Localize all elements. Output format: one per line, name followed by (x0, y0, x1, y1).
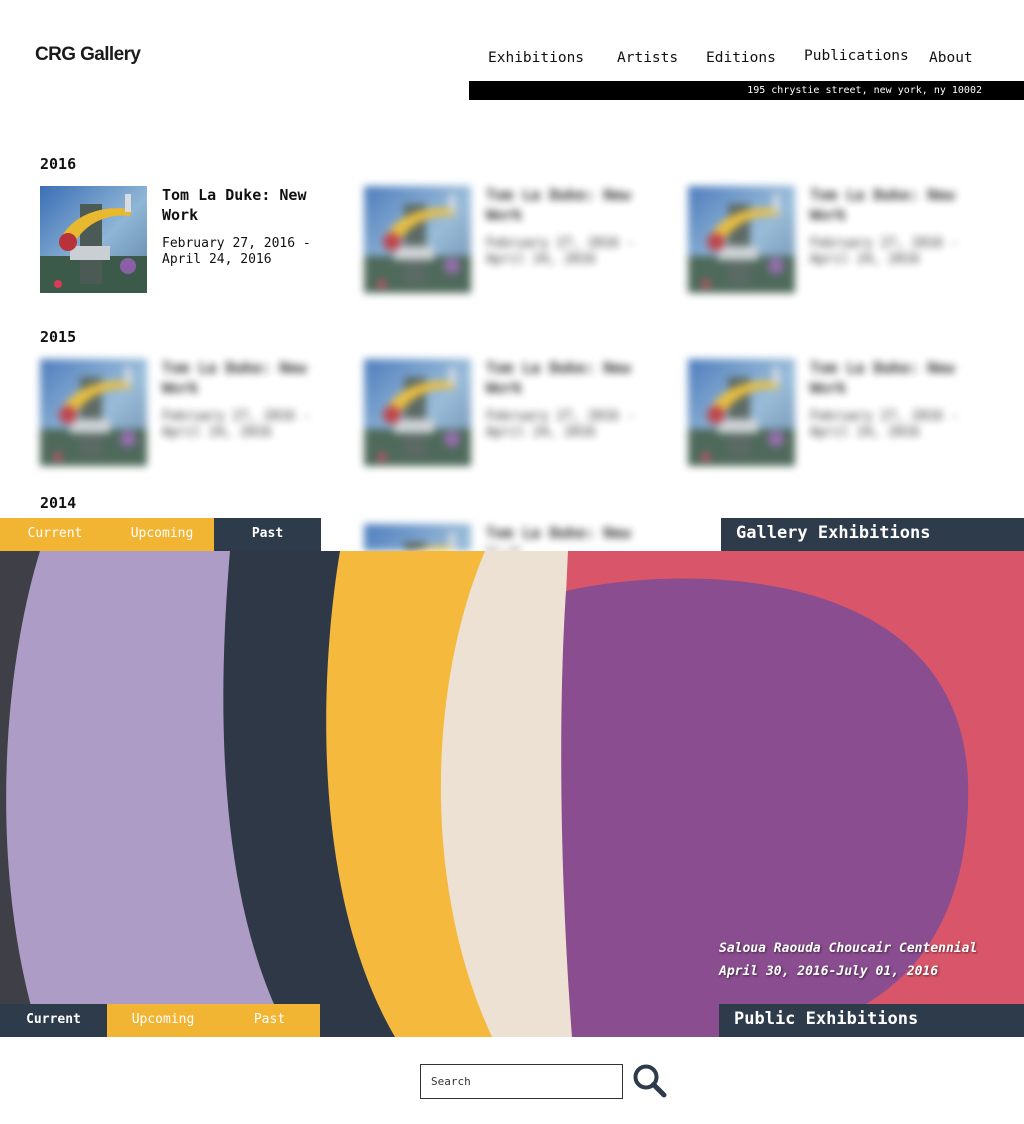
logo[interactable]: CRG Gallery (35, 44, 141, 66)
public-tab-past[interactable]: Past (219, 1004, 320, 1037)
hero-caption-dates: April 30, 2016-July 01, 2016 (719, 964, 939, 979)
public-tabs: Current Upcoming Past (0, 1004, 320, 1037)
nav-artists[interactable]: Artists (617, 50, 678, 66)
hero-caption-title[interactable]: Saloua Raouda Choucair Centennial (719, 941, 977, 956)
gallery-tab-upcoming[interactable]: Upcoming (110, 518, 214, 551)
exhibition-card-featured[interactable]: Tom La Duke: New Work February 27, 2016 … (40, 186, 330, 296)
gallery-tab-past[interactable]: Past (214, 518, 321, 551)
exhibition-card-blurred: Tom La Duke: New Work February 27, 2016 … (40, 359, 330, 469)
nav-publications[interactable]: Publications (804, 48, 909, 64)
public-exhibitions-label: Public Exhibitions (719, 1004, 1024, 1037)
search-icon[interactable] (632, 1063, 668, 1099)
search-input[interactable] (420, 1064, 623, 1099)
nav-about[interactable]: About (929, 50, 973, 66)
exhibition-card-blurred: Tom La Duke: New Work February 27, 2016 … (364, 359, 654, 469)
public-tab-current[interactable]: Current (0, 1004, 107, 1037)
nav-exhibitions[interactable]: Exhibitions (488, 50, 584, 66)
year-heading-2015: 2015 (40, 328, 77, 346)
address-bar: 195 chrystie street, new york, ny 10002 (469, 81, 1024, 100)
exhibition-thumbnail[interactable] (40, 186, 147, 293)
public-tab-upcoming[interactable]: Upcoming (107, 1004, 219, 1037)
exhibition-card-blurred: Tom La Duke: New Work (364, 524, 654, 551)
nav-editions[interactable]: Editions (706, 50, 776, 66)
exhibition-title[interactable]: Tom La Duke: New Work (162, 185, 322, 225)
year-heading-2016: 2016 (40, 155, 77, 173)
exhibition-card-blurred: Tom La Duke: New Work February 27, 2016 … (688, 359, 978, 469)
gallery-tabs: Current Upcoming Past (0, 518, 321, 551)
gallery-tab-current[interactable]: Current (0, 518, 110, 551)
hero-artwork[interactable]: Saloua Raouda Choucair Centennial April … (0, 551, 1024, 1037)
exhibition-card-blurred: Tom La Duke: New Work February 27, 2016 … (688, 186, 978, 296)
exhibition-card-blurred: Tom La Duke: New Work February 27, 2016 … (364, 186, 654, 296)
year-heading-2014: 2014 (40, 494, 77, 512)
exhibition-dates: February 27, 2016 - April 24, 2016 (162, 236, 311, 267)
gallery-exhibitions-label: Gallery Exhibitions (721, 518, 1024, 551)
